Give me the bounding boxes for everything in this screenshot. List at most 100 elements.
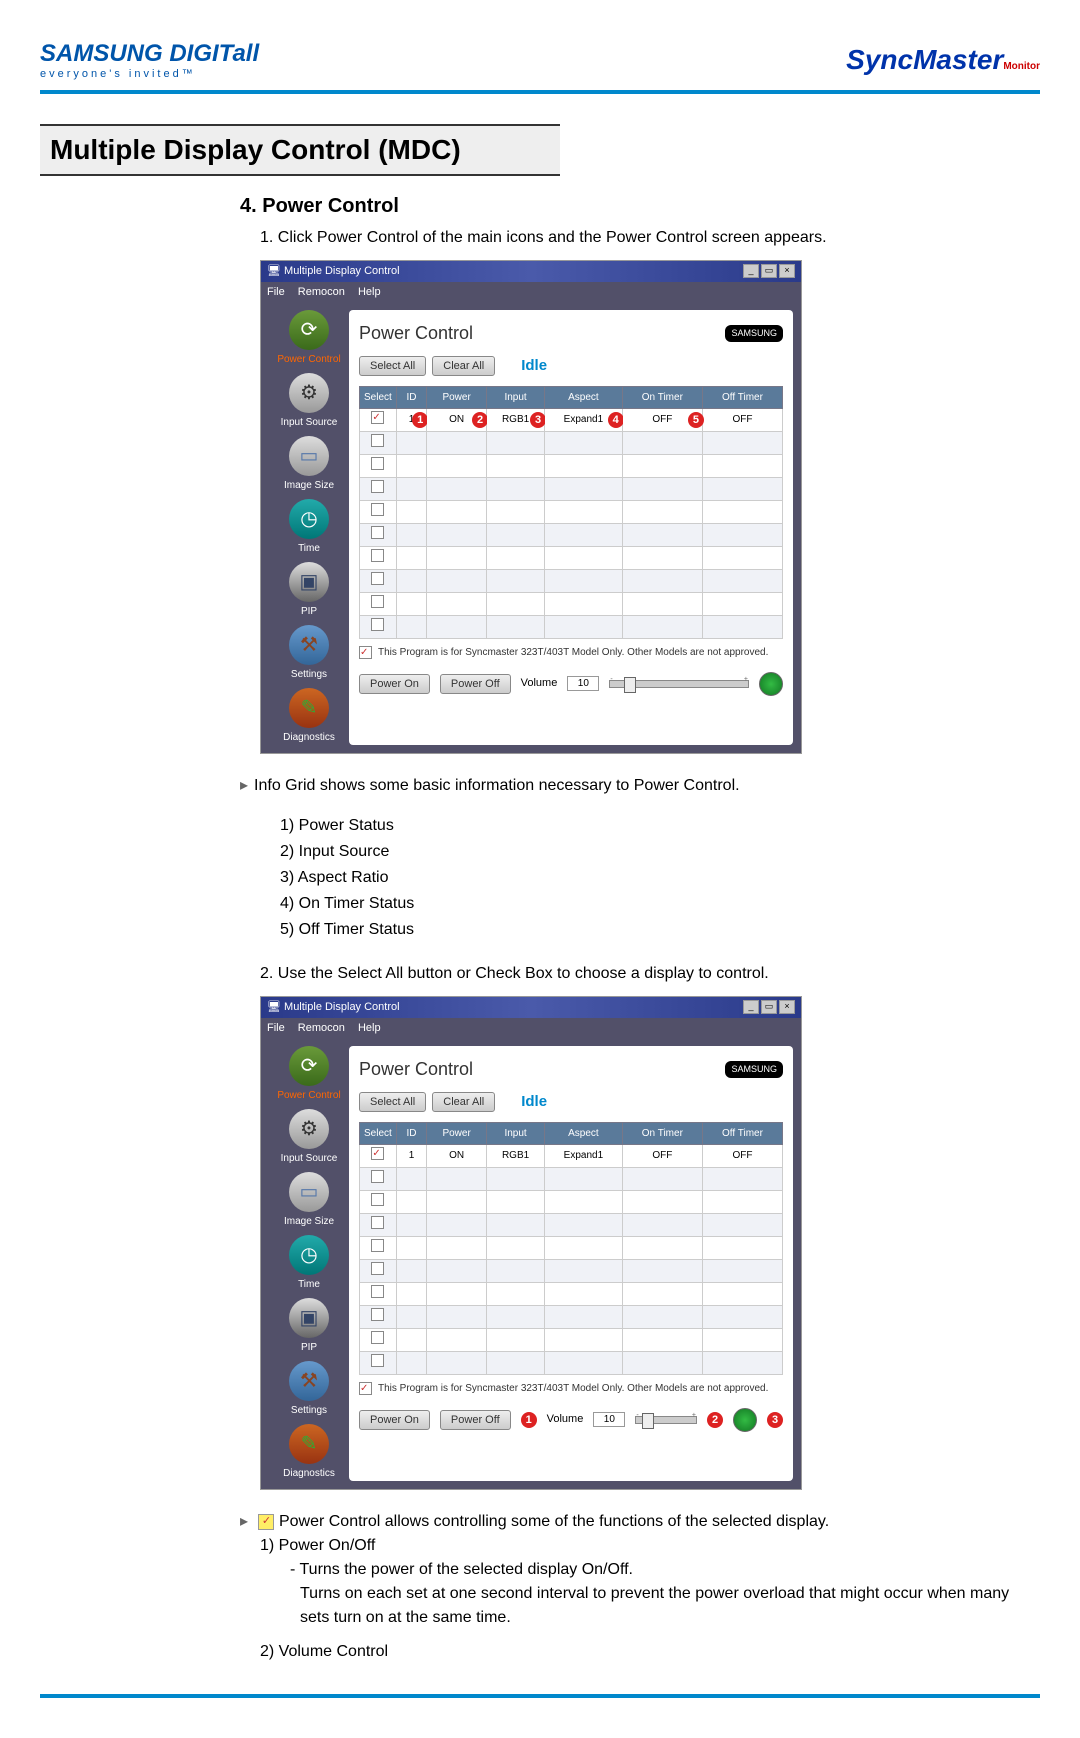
info-list-1: 1) Power Status 2) Input Source 3) Aspec…	[280, 814, 1040, 942]
volume-label: Volume	[521, 675, 558, 692]
row-checkbox[interactable]	[371, 1308, 384, 1321]
sidebar-item-diag[interactable]: ✎Diagnostics	[269, 688, 349, 745]
clock-icon: ◷	[289, 1235, 329, 1275]
sidebar-item-size[interactable]: ▭Image Size	[269, 1172, 349, 1229]
row-checkbox[interactable]	[371, 549, 384, 562]
menubar: File Remocon Help	[261, 282, 801, 303]
close-icon[interactable]: ×	[779, 1000, 795, 1014]
menu-help[interactable]: Help	[358, 286, 381, 298]
row-checkbox[interactable]	[371, 618, 384, 631]
clock-icon: ◷	[289, 499, 329, 539]
page-title-bar: Multiple Display Control (MDC)	[40, 124, 560, 176]
screen-icon: ▭	[289, 1172, 329, 1212]
select-all-button[interactable]: Select All	[359, 1092, 426, 1112]
sidebar-item-diag[interactable]: ✎Diagnostics	[269, 1424, 349, 1481]
select-all-button[interactable]: Select All	[359, 356, 426, 376]
sidebar-item-settings[interactable]: ⚒Settings	[269, 625, 349, 682]
sidebar-item-power[interactable]: ⟳Power Control	[269, 1046, 349, 1103]
maximize-icon[interactable]: ▭	[761, 264, 777, 278]
info-list-2: 1) Power On/Off - Turns the power of the…	[260, 1534, 1040, 1664]
power-off-button[interactable]: Power Off	[440, 1410, 511, 1430]
row-checkbox[interactable]	[371, 1331, 384, 1344]
sidebar-item-size[interactable]: ▭Image Size	[269, 436, 349, 493]
sidebar: ⟳Power Control ⚙Input Source ▭Image Size…	[269, 310, 349, 745]
info-grid: Select ID Power Input Aspect On Timer Of…	[359, 1122, 783, 1375]
col-input: Input	[487, 1122, 545, 1144]
row-checkbox[interactable]	[371, 457, 384, 470]
minimize-icon[interactable]: _	[743, 1000, 759, 1014]
col-power: Power	[427, 1122, 487, 1144]
sidebar-item-input[interactable]: ⚙Input Source	[269, 373, 349, 430]
col-power: Power	[427, 386, 487, 408]
power-off-button[interactable]: Power Off	[440, 674, 511, 694]
col-aspect: Aspect	[545, 386, 623, 408]
row-checkbox[interactable]	[371, 434, 384, 447]
row-checkbox[interactable]	[371, 1239, 384, 1252]
main-panel: Power Control SAMSUNG Select All Clear A…	[349, 1046, 793, 1481]
menu-file[interactable]: File	[267, 1022, 285, 1034]
volume-slider[interactable]: -+	[635, 1416, 697, 1424]
minimize-icon[interactable]: _	[743, 264, 759, 278]
menu-remocon[interactable]: Remocon	[298, 286, 345, 298]
row-checkbox[interactable]	[371, 1354, 384, 1367]
page-header: SAMSUNG DIGITall everyone's invited™ Syn…	[40, 40, 1040, 94]
speaker-icon[interactable]	[759, 672, 783, 696]
power-on-button[interactable]: Power On	[359, 1410, 430, 1430]
screen-icon: ▭	[289, 436, 329, 476]
note-checkbox-icon	[359, 1382, 372, 1395]
menu-remocon[interactable]: Remocon	[298, 1022, 345, 1034]
row-checkbox[interactable]	[371, 572, 384, 585]
volume-label: Volume	[547, 1411, 584, 1428]
row-checkbox[interactable]	[371, 526, 384, 539]
sidebar-item-time[interactable]: ◷Time	[269, 1235, 349, 1292]
row-checkbox[interactable]	[371, 595, 384, 608]
power-icon: ⟳	[289, 1046, 329, 1086]
volume-input[interactable]	[567, 676, 599, 691]
section-heading: 4. Power Control	[240, 191, 1040, 221]
menu-file[interactable]: File	[267, 286, 285, 298]
sidebar-item-settings[interactable]: ⚒Settings	[269, 1361, 349, 1418]
volume-input[interactable]	[593, 1412, 625, 1427]
check-icon: ✓	[258, 1514, 274, 1530]
sidebar: ⟳Power Control ⚙Input Source ▭Image Size…	[269, 1046, 349, 1481]
step-1: 1. Click Power Control of the main icons…	[260, 226, 1040, 250]
power-icon: ⟳	[289, 310, 329, 350]
col-offtimer: Off Timer	[702, 386, 782, 408]
clear-all-button[interactable]: Clear All	[432, 1092, 495, 1112]
menubar: File Remocon Help	[261, 1018, 801, 1039]
sidebar-item-time[interactable]: ◷Time	[269, 499, 349, 556]
pip-icon: ▣	[289, 1298, 329, 1338]
row-checkbox[interactable]	[371, 1193, 384, 1206]
badge-2: 2	[707, 1412, 723, 1428]
diag-icon: ✎	[289, 1424, 329, 1464]
volume-slider[interactable]: -+	[609, 680, 749, 688]
clear-all-button[interactable]: Clear All	[432, 356, 495, 376]
close-icon[interactable]: ×	[779, 264, 795, 278]
plug-icon: ⚙	[289, 1109, 329, 1149]
panel-title: Power Control	[359, 1056, 473, 1083]
col-offtimer: Off Timer	[702, 1122, 782, 1144]
sidebar-item-pip[interactable]: ▣PIP	[269, 1298, 349, 1355]
row-checkbox[interactable]	[371, 503, 384, 516]
maximize-icon[interactable]: ▭	[761, 1000, 777, 1014]
sidebar-item-pip[interactable]: ▣PIP	[269, 562, 349, 619]
col-select: Select	[360, 386, 397, 408]
row-checkbox[interactable]	[371, 480, 384, 493]
page-title: Multiple Display Control (MDC)	[50, 134, 550, 166]
row-checkbox[interactable]	[371, 1147, 384, 1160]
col-ontimer: On Timer	[622, 386, 702, 408]
power-on-button[interactable]: Power On	[359, 674, 430, 694]
row-checkbox[interactable]	[371, 1170, 384, 1183]
gear-icon: ⚒	[289, 1361, 329, 1401]
row-checkbox[interactable]	[371, 411, 384, 424]
col-id: ID	[396, 386, 426, 408]
sidebar-item-input[interactable]: ⚙Input Source	[269, 1109, 349, 1166]
row-checkbox[interactable]	[371, 1285, 384, 1298]
diag-icon: ✎	[289, 688, 329, 728]
sidebar-item-power[interactable]: ⟳Power Control	[269, 310, 349, 367]
speaker-icon[interactable]	[733, 1408, 757, 1432]
row-checkbox[interactable]	[371, 1262, 384, 1275]
row-checkbox[interactable]	[371, 1216, 384, 1229]
main-panel: Power Control SAMSUNG Select All Clear A…	[349, 310, 793, 745]
menu-help[interactable]: Help	[358, 1022, 381, 1034]
